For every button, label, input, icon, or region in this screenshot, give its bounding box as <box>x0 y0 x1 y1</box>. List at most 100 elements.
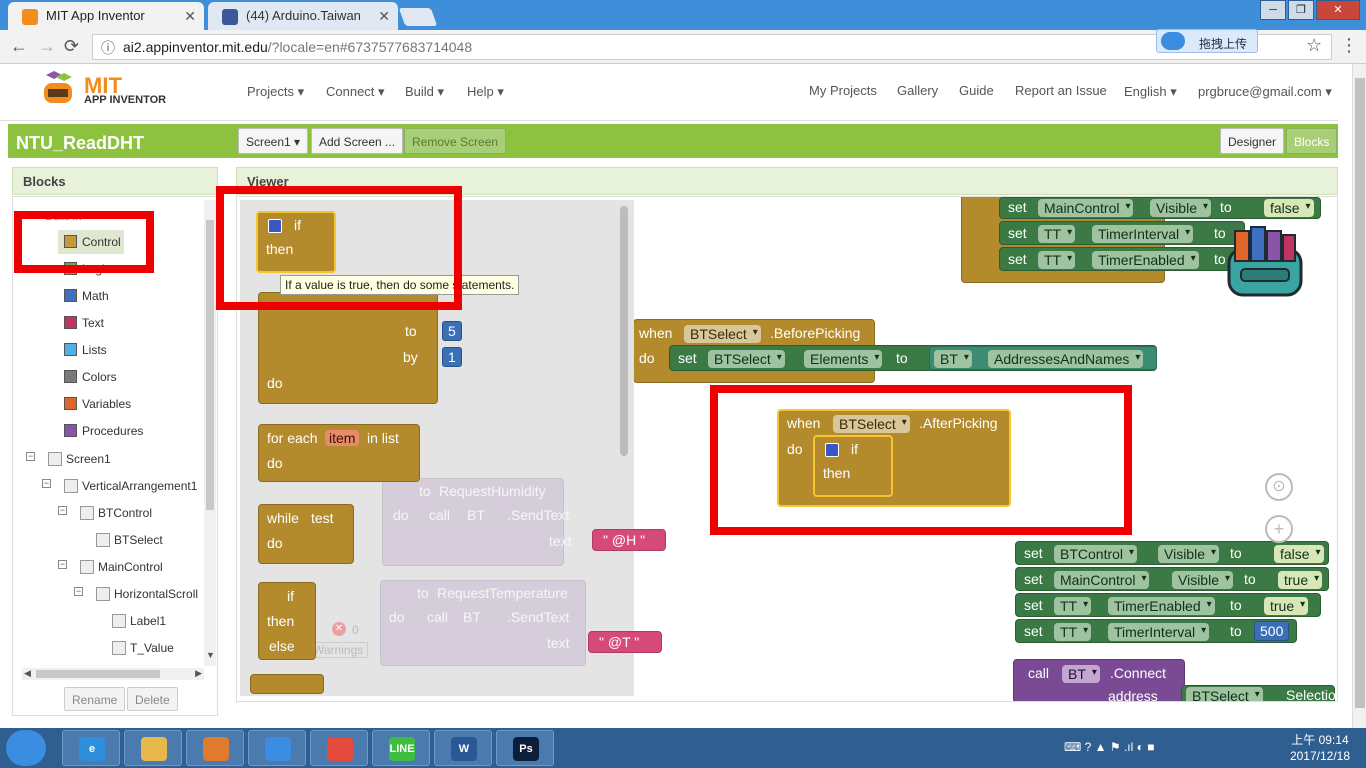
link-my-projects[interactable]: My Projects <box>809 83 877 98</box>
scroll-thumb[interactable] <box>1355 78 1365 708</box>
drawer-lists[interactable]: Lists <box>64 343 107 357</box>
taskbar-line-icon[interactable]: LINE <box>372 730 430 766</box>
warnings-toggle[interactable]: Warnings <box>308 642 369 658</box>
bt-addressesandnames-block[interactable]: BT AddressesAndNames <box>929 346 1157 370</box>
delete-button[interactable]: Delete <box>127 687 178 711</box>
tt-dropdown[interactable]: TT <box>1054 597 1092 615</box>
item-variable[interactable]: item <box>325 430 360 446</box>
link-gallery[interactable]: Gallery <box>897 83 938 98</box>
menu-projects[interactable]: Projects ▾ <box>247 84 304 100</box>
baidu-upload-extension[interactable]: 拖拽上传 <box>1156 29 1258 53</box>
start-button-icon[interactable] <box>6 730 46 766</box>
tt-dropdown[interactable]: TT <box>1038 251 1076 269</box>
new-tab-button[interactable] <box>398 8 438 26</box>
flyout-while-block[interactable]: while test do <box>258 504 354 564</box>
link-guide[interactable]: Guide <box>959 83 994 98</box>
maincontrol-dropdown[interactable]: MainControl <box>1054 571 1150 589</box>
bt-dropdown[interactable]: BT <box>1062 665 1100 683</box>
btselect-selection-block[interactable]: BTSelect Selection <box>1181 685 1337 701</box>
backpack-icon[interactable] <box>1221 223 1311 299</box>
false-dropdown[interactable]: false <box>1274 545 1324 563</box>
menu-account[interactable]: prgbruce@gmail.com ▾ <box>1198 84 1332 100</box>
timerinterval-dropdown[interactable]: TimerInterval <box>1092 225 1194 243</box>
flyout-if-else-expression-block[interactable]: if then else <box>258 582 316 660</box>
drawer-text[interactable]: Text <box>64 316 104 330</box>
designer-button[interactable]: Designer <box>1220 128 1285 154</box>
tree-toggle-maincontrol[interactable]: − <box>58 560 67 569</box>
close-tab-icon[interactable]: ✕ <box>184 8 196 25</box>
btselect-dropdown[interactable]: BTSelect <box>708 350 785 368</box>
timerenabled-dropdown[interactable]: TimerEnabled <box>1108 597 1215 615</box>
tab-mit-app-inventor[interactable]: MIT App Inventor ✕ <box>8 2 204 30</box>
set-tt-timerinterval-block[interactable]: set TT TimerInterval to <box>999 221 1245 245</box>
tree-toggle-vertical[interactable]: − <box>42 479 51 488</box>
taskbar-internet-explorer-icon[interactable]: e <box>62 730 120 766</box>
set-tt-timerenabled-block[interactable]: set TT TimerEnabled to true <box>1015 593 1321 617</box>
blocks-button[interactable]: Blocks <box>1286 128 1338 154</box>
forward-icon[interactable]: → <box>38 36 56 57</box>
scroll-down-icon[interactable]: ▼ <box>206 650 215 660</box>
site-info-icon[interactable]: ⓘ <box>101 38 115 58</box>
timerenabled-dropdown[interactable]: TimerEnabled <box>1092 251 1199 269</box>
system-clock[interactable]: 上午 09:14 2017/12/18 <box>1290 732 1350 764</box>
recenter-icon[interactable]: ⊙ <box>1265 473 1293 501</box>
drawer-colors[interactable]: Colors <box>64 370 117 384</box>
scroll-thumb[interactable] <box>36 670 160 678</box>
false-dropdown[interactable]: false <box>1264 199 1314 217</box>
rename-button[interactable]: Rename <box>64 687 126 711</box>
menu-help[interactable]: Help ▾ <box>467 84 504 100</box>
restore-button[interactable]: ❐ <box>1288 0 1314 20</box>
flyout-do-result-block[interactable] <box>250 674 324 694</box>
addressesandnames-dropdown[interactable]: AddressesAndNames <box>988 350 1144 368</box>
menu-language[interactable]: English ▾ <box>1124 84 1177 100</box>
visible-dropdown[interactable]: Visible <box>1150 199 1211 217</box>
maincontrol-dropdown[interactable]: MainControl <box>1038 199 1134 217</box>
set-tt-timerenabled-block[interactable]: set TT TimerEnabled to <box>999 247 1245 271</box>
drawer-procedures[interactable]: Procedures <box>64 424 143 438</box>
menu-connect[interactable]: Connect ▾ <box>326 84 385 100</box>
system-tray-icons[interactable]: ⌨ ? ▲ ⚑ .ıl ◐ ■ <box>1064 740 1154 754</box>
scroll-right-icon[interactable]: ▶ <box>195 668 202 679</box>
taskbar-chrome-icon[interactable] <box>310 730 368 766</box>
tree-item-screen1[interactable]: Screen1 <box>48 452 111 466</box>
blocks-horizontal-scrollbar[interactable]: ◀ ▶ <box>22 668 204 680</box>
drawer-variables[interactable]: Variables <box>64 397 131 411</box>
btcontrol-dropdown[interactable]: BTControl <box>1054 545 1138 563</box>
timerinterval-dropdown[interactable]: TimerInterval <box>1108 623 1210 641</box>
tree-toggle-hscroll[interactable]: − <box>74 587 83 596</box>
visible-dropdown[interactable]: Visible <box>1158 545 1219 563</box>
tree-toggle-btcontrol[interactable]: − <box>58 506 67 515</box>
true-dropdown[interactable]: true <box>1278 571 1323 589</box>
menu-build[interactable]: Build ▾ <box>405 84 444 100</box>
tt-dropdown[interactable]: TT <box>1054 623 1092 641</box>
blocks-vertical-scrollbar[interactable]: ▼ <box>204 200 216 666</box>
screen-select-button[interactable]: Screen1 ▾ <box>238 128 309 154</box>
range-to-number[interactable]: 5 <box>442 321 462 341</box>
scroll-left-icon[interactable]: ◀ <box>24 668 31 679</box>
tree-item-verticalarrangement1[interactable]: VerticalArrangement1 <box>64 479 197 493</box>
set-tt-timerinterval-block[interactable]: set TT TimerInterval to 500 <box>1015 619 1297 643</box>
scroll-thumb[interactable] <box>206 220 214 510</box>
minimize-button[interactable]: ─ <box>1260 0 1286 20</box>
close-window-button[interactable]: ✕ <box>1316 0 1360 20</box>
set-btcontrol-visible-block[interactable]: set BTControl Visible to false <box>1015 541 1329 565</box>
tree-item-maincontrol[interactable]: MainControl <box>80 560 163 574</box>
number-500[interactable]: 500 <box>1254 621 1290 641</box>
drawer-math[interactable]: Math <box>64 289 109 303</box>
visible-dropdown[interactable]: Visible <box>1172 571 1233 589</box>
flyout-scrollbar[interactable] <box>620 206 628 456</box>
btselect-dropdown[interactable]: BTSelect <box>1186 687 1263 701</box>
bt-dropdown[interactable]: BT <box>934 350 972 368</box>
add-screen-button[interactable]: Add Screen ... <box>311 128 404 154</box>
taskbar-media-player-icon[interactable] <box>186 730 244 766</box>
taskbar-baidu-cloud-icon[interactable] <box>248 730 306 766</box>
tree-toggle-screen1[interactable]: − <box>26 452 35 461</box>
tree-item-btselect[interactable]: BTSelect <box>96 533 163 547</box>
browser-menu-icon[interactable]: ⋮ <box>1340 35 1358 56</box>
btselect-dropdown[interactable]: BTSelect <box>684 325 761 343</box>
url-field[interactable]: ⓘ ai2.appinventor.mit.edu/?locale=en#673… <box>92 34 1332 60</box>
taskbar-photoshop-icon[interactable]: Ps <box>496 730 554 766</box>
bookmark-star-icon[interactable]: ☆ <box>1306 35 1322 56</box>
taskbar-word-icon[interactable]: W <box>434 730 492 766</box>
back-icon[interactable]: ← <box>10 36 28 57</box>
